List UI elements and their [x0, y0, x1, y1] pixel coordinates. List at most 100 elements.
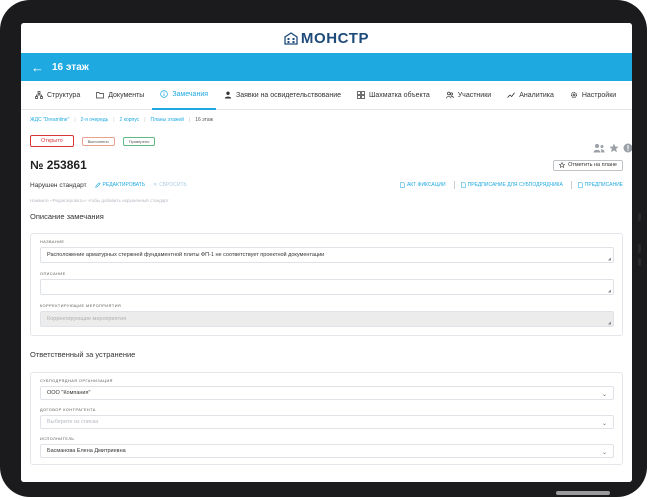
description-label: ОПИСАНИЕ	[40, 272, 66, 276]
chevron-down-icon: ⌄	[601, 421, 607, 427]
status-open-button[interactable]: Открыто	[30, 135, 74, 147]
breadcrumb-item[interactable]: Планы этажей	[151, 117, 184, 123]
status-row: Открыто Выполнено Проверено	[30, 134, 623, 148]
action-row: Нарушен стандарт РЕДАКТИРОВАТЬ ✕ СБРОСИТ…	[30, 179, 623, 191]
status-accepted-button[interactable]: Проверено	[122, 136, 156, 146]
alert-icon[interactable]	[623, 143, 632, 153]
star-outline-icon	[559, 162, 566, 168]
breadcrumb: ЖДС "Dreamline" | 2-я очередь | 2 корпус…	[30, 110, 623, 126]
tab-object-grid[interactable]: Шахматка объекта	[349, 81, 438, 110]
logo-text: МОНСТР	[300, 29, 370, 47]
resize-handle-icon: ◢	[607, 320, 611, 325]
header-bar: ← 16 этаж	[21, 53, 632, 81]
tab-analytics[interactable]: Аналитика	[499, 81, 562, 110]
divider	[453, 181, 455, 189]
gear-icon	[570, 91, 577, 99]
corrective-label: КОРРЕКТИРУЮЩИЕ МЕРОПРИЯТИЯ	[40, 304, 122, 308]
tab-label: Документы	[108, 91, 145, 99]
contract-label: ДОГОВОР КОНТРАГЕНТА	[40, 408, 96, 412]
status-done-button[interactable]: Выполнено	[81, 136, 115, 146]
act-button[interactable]: АКТ ФИКСАЦИИ	[400, 182, 446, 188]
reset-button[interactable]: ✕ СБРОСИТЬ	[153, 182, 187, 188]
breadcrumb-item[interactable]: ЖДС "Dreamline"	[30, 117, 69, 123]
order-label: ПРЕДПИСАНИЕ	[584, 182, 623, 188]
document-icon	[460, 182, 466, 188]
sub-order-label: ПРЕДПИСАНИЕ ДЛЯ СУБПОДРЯДЧИКА	[467, 182, 563, 188]
page-title: 16 этаж	[52, 61, 89, 73]
tab-settings[interactable]: Настройки	[562, 81, 624, 110]
tab-label: Заявки на освидетельствование	[236, 91, 341, 99]
tab-bar: Структура Документы Замечания Заявки на …	[21, 81, 632, 110]
structure-icon	[35, 91, 43, 99]
reset-label: СБРОСИТЬ	[159, 182, 187, 188]
users-icon[interactable]	[593, 143, 605, 153]
logo-building-icon	[284, 32, 298, 45]
responsible-section-title: Ответственный за устранение	[30, 350, 136, 359]
close-icon: ✕	[153, 182, 158, 188]
document-actions: АКТ ФИКСАЦИИ ПРЕДПИСАНИЕ ДЛЯ СУБПОДРЯДЧИ…	[400, 181, 623, 189]
breadcrumb-separator: |	[188, 117, 191, 123]
tab-label: Шахматка объекта	[369, 91, 430, 99]
corrective-placeholder: Корректирующие мероприятия	[47, 316, 127, 322]
tab-participants[interactable]: Участники	[438, 81, 499, 110]
breadcrumb-item[interactable]: 2 корпус	[120, 117, 140, 123]
grid-icon	[357, 91, 365, 99]
folder-icon	[96, 92, 105, 99]
star-icon[interactable]	[609, 143, 619, 153]
breadcrumb-separator: |	[74, 117, 76, 123]
participants-icon	[445, 91, 454, 99]
info-icon	[160, 90, 169, 98]
edit-label: РЕДАКТИРОВАТЬ	[102, 182, 146, 188]
breadcrumb-separator: |	[144, 117, 146, 123]
executor-value: Басманова Елена Дмитриевна	[47, 448, 126, 454]
act-label: АКТ ФИКСАЦИИ	[406, 182, 446, 188]
mark-on-plan-label: Отметить на плане	[568, 162, 617, 168]
pencil-icon	[94, 182, 101, 188]
back-arrow-icon[interactable]: ←	[31, 60, 44, 75]
description-card: НАЗВАНИЕ Расположение арматурных стержне…	[30, 233, 623, 336]
resize-handle-icon[interactable]: ◢	[608, 288, 611, 293]
tab-inspection-requests[interactable]: Заявки на освидетельствование	[216, 81, 349, 110]
description-section-title: Описание замечания	[30, 212, 104, 221]
org-select[interactable]: ООО "Компания" ⌄	[40, 386, 614, 400]
logo-bar: МОНСТР	[21, 23, 632, 53]
tab-documents[interactable]: Документы	[88, 81, 152, 110]
contract-select[interactable]: Выберите из списка ⌄	[40, 415, 614, 429]
order-button[interactable]: ПРЕДПИСАНИЕ	[578, 182, 623, 188]
chevron-down-icon: ⌄	[601, 450, 607, 456]
breadcrumb-item[interactable]: 2-я очередь	[81, 117, 109, 123]
chevron-down-icon: ⌄	[601, 392, 607, 398]
hint-text: Нажмите «Редактировать» чтобы добавить н…	[30, 198, 169, 203]
document-icon	[400, 182, 405, 188]
tab-label: Замечания	[172, 90, 209, 98]
breadcrumb-current: 16 этаж	[195, 117, 213, 123]
name-field[interactable]: Расположение арматурных стержней фундаме…	[40, 247, 614, 263]
executor-select[interactable]: Басманова Елена Дмитриевна ⌄	[40, 444, 614, 458]
remark-actions-icons	[593, 143, 632, 153]
side-button	[638, 244, 641, 253]
contract-placeholder: Выберите из списка	[47, 419, 99, 425]
remark-number: № 253861	[30, 158, 87, 172]
org-label: СУБПОДРЯДНАЯ ОРГАНИЗАЦИЯ	[40, 379, 113, 383]
description-field[interactable]: ◢	[40, 279, 614, 295]
logo: МОНСТР	[284, 30, 369, 47]
mark-on-plan-button[interactable]: Отметить на плане	[553, 159, 623, 171]
analytics-icon	[507, 92, 516, 98]
side-button	[638, 258, 641, 266]
resize-handle-icon[interactable]: ◢	[608, 256, 611, 261]
sub-order-button[interactable]: ПРЕДПИСАНИЕ ДЛЯ СУБПОДРЯДЧИКА	[460, 182, 563, 188]
tab-remarks[interactable]: Замечания	[152, 81, 217, 110]
violation-label: Нарушен стандарт	[30, 181, 87, 189]
app-screen: МОНСТР ← 16 этаж Структура Документы Зам…	[21, 23, 632, 482]
side-button	[638, 213, 641, 221]
responsible-card: СУБПОДРЯДНАЯ ОРГАНИЗАЦИЯ ООО "Компания" …	[30, 372, 623, 465]
name-value: Расположение арматурных стержней фундаме…	[47, 252, 325, 258]
tab-label: Структура	[47, 91, 81, 99]
edit-button[interactable]: РЕДАКТИРОВАТЬ	[94, 182, 146, 188]
tab-label: Участники	[457, 91, 492, 99]
remark-id-row: № 253861 Отметить на плане	[30, 156, 623, 174]
tab-structure[interactable]: Структура	[27, 81, 88, 110]
executor-label: ИСПОЛНИТЕЛЬ	[40, 437, 75, 441]
document-icon	[578, 182, 583, 188]
home-indicator	[556, 491, 610, 495]
